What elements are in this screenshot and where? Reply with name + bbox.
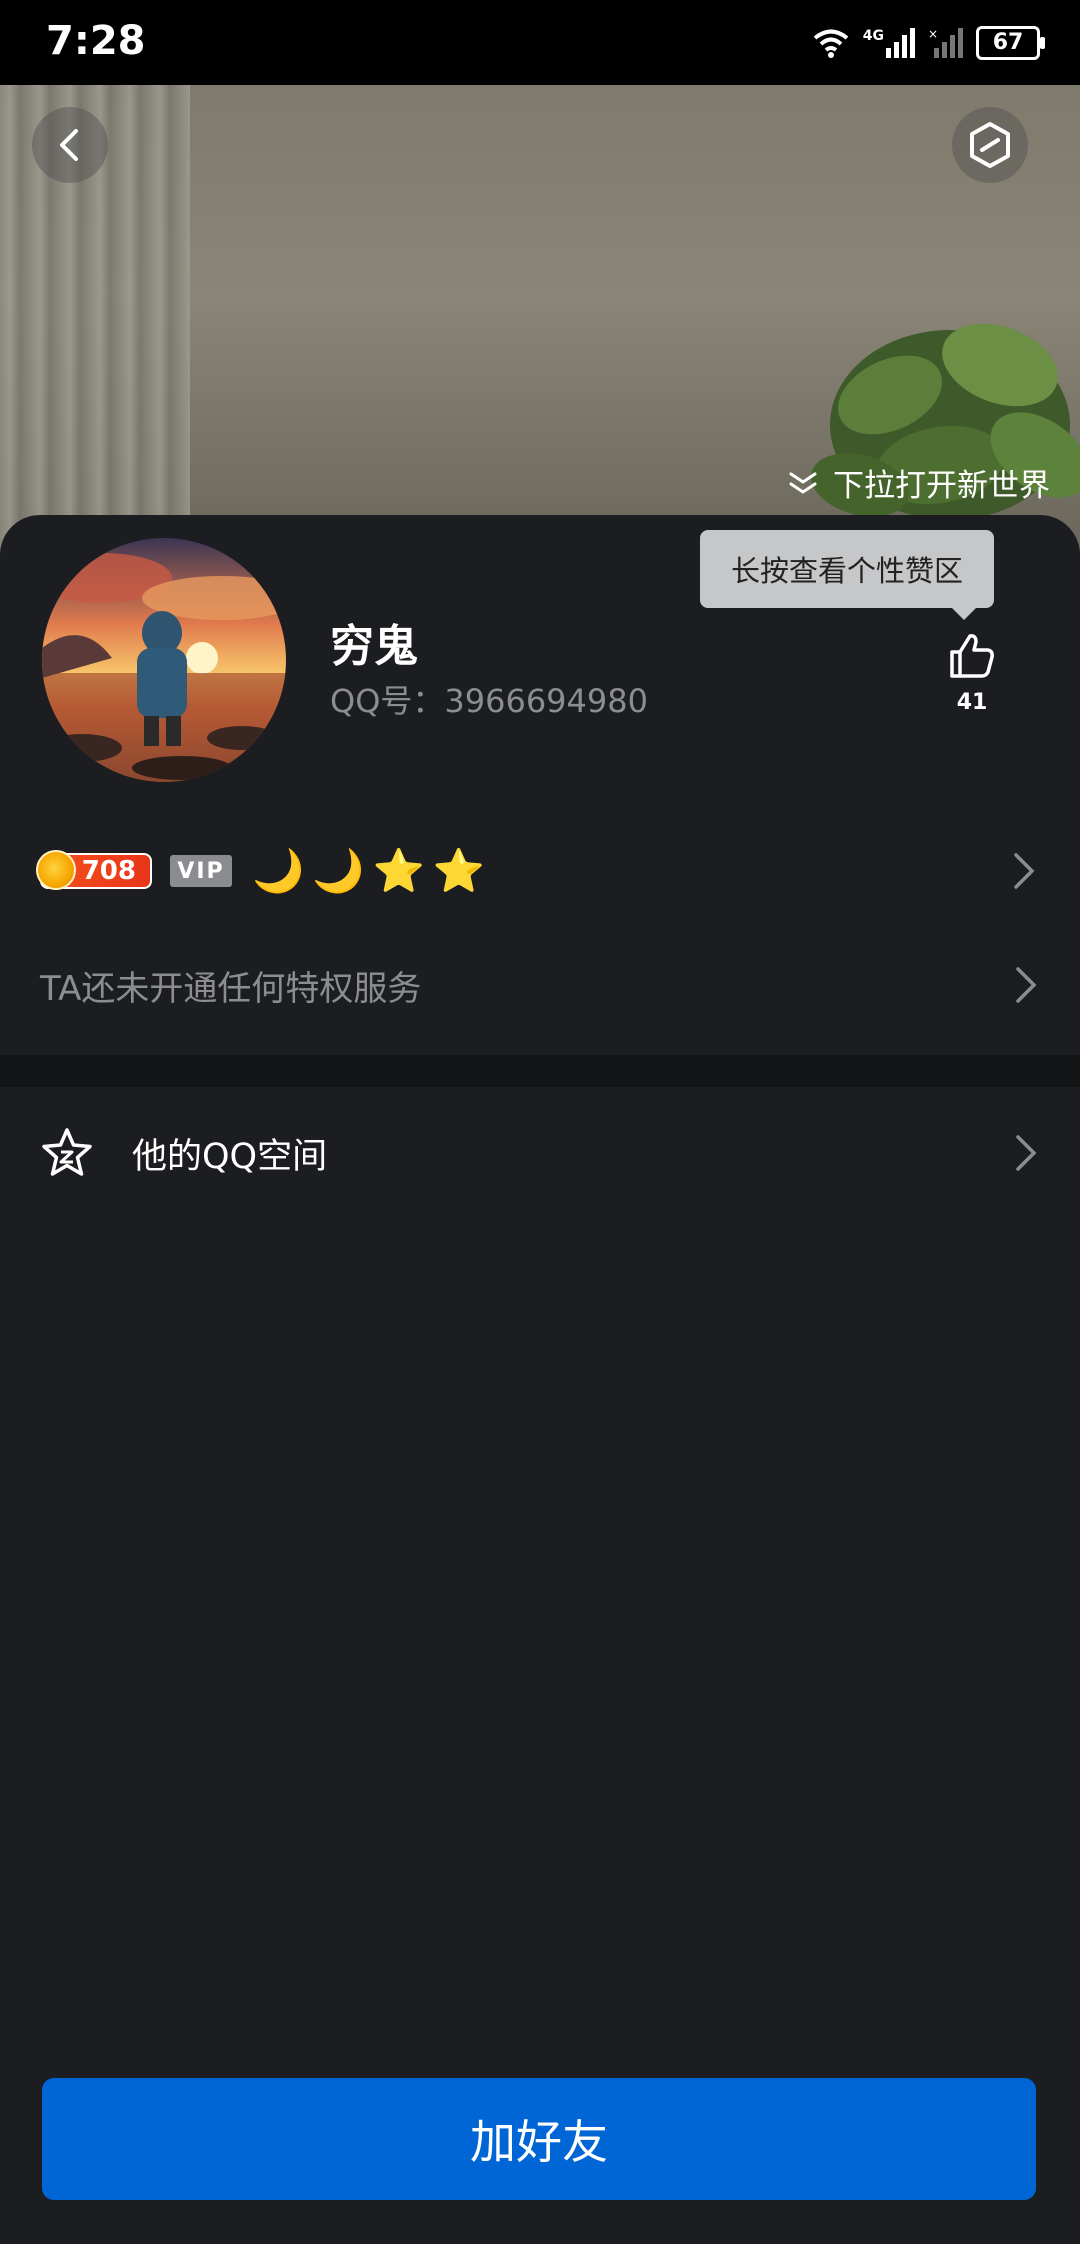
level-badge: 708 [36, 850, 152, 890]
cover-settings-button[interactable] [952, 107, 1028, 183]
pull-hint-text: 下拉打开新世界 [833, 468, 1050, 504]
add-friend-button[interactable]: 加好友 [42, 2078, 1036, 2200]
double-chevron-down-icon [789, 472, 817, 494]
status-time: 7:28 [46, 18, 146, 64]
wifi-icon [813, 29, 849, 58]
like-count: 41 [956, 690, 988, 715]
chevron-right-icon [1016, 967, 1037, 1003]
battery-icon: 67 [976, 25, 1045, 60]
status-icons: 4G × 67 [811, 20, 1045, 65]
moon-icon: 🌙 [252, 846, 305, 895]
chevron-left-icon [60, 129, 78, 161]
coin-icon [36, 850, 76, 890]
privilege-text: TA还未开通任何特权服务 [40, 968, 422, 1009]
like-zone-tooltip: 长按查看个性赞区 [700, 530, 994, 620]
avatar[interactable] [42, 538, 286, 782]
qzone-star-icon [42, 1128, 92, 1176]
level-value: 708 [81, 856, 136, 886]
privilege-row[interactable]: TA还未开通任何特权服务 [0, 955, 1080, 1015]
badges-row[interactable]: 708 VIP 🌙 🌙 ⭐ ⭐ [36, 840, 1040, 902]
back-button[interactable] [32, 107, 108, 183]
signal-icon [886, 27, 915, 58]
signal-no-service-icon: × [928, 27, 963, 58]
qzone-label: 他的QQ空间 [132, 1136, 328, 1177]
qq-level-icons: 🌙 🌙 ⭐ ⭐ [252, 850, 485, 892]
tooltip-text: 长按查看个性赞区 [730, 554, 963, 588]
chevron-right-icon [1016, 1135, 1037, 1171]
chevron-right-icon [1014, 853, 1035, 889]
vip-badge: VIP [170, 855, 232, 887]
qq-number: QQ号：3966694980 [330, 682, 648, 720]
star-icon: ⭐ [372, 846, 425, 895]
star-icon: ⭐ [432, 846, 486, 895]
moon-icon: 🌙 [312, 846, 365, 895]
svg-text:×: × [928, 28, 938, 41]
section-divider [0, 1055, 1080, 1087]
thumbs-up-icon [950, 634, 994, 678]
hexagon-icon [970, 122, 1010, 168]
pull-hint: 下拉打开新世界 [787, 460, 1050, 505]
status-bar: 7:28 4G × 67 [0, 0, 1080, 85]
nickname: 穷鬼 [330, 621, 418, 672]
cover-image[interactable]: 下拉打开新世界 [0, 85, 1080, 555]
battery-level: 67 [992, 30, 1024, 55]
qzone-row[interactable]: 他的QQ空间 [0, 1122, 1080, 1184]
network-type-label: 4G [862, 27, 884, 44]
like-button[interactable]: 41 [942, 630, 1002, 715]
